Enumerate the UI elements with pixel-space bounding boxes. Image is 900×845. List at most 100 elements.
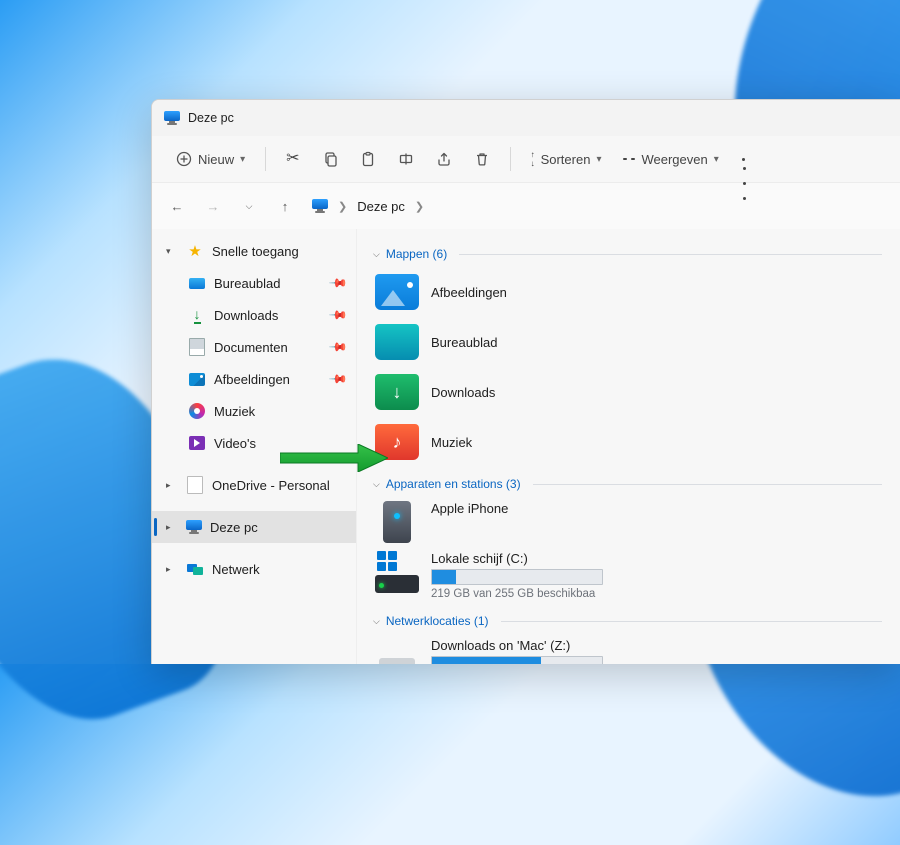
window-title: Deze pc xyxy=(188,111,234,125)
this-pc-icon xyxy=(312,199,328,213)
pictures-folder-icon xyxy=(375,274,419,310)
downloads-folder-icon xyxy=(375,374,419,410)
copy-button[interactable] xyxy=(314,143,346,175)
paste-button[interactable] xyxy=(352,143,384,175)
view-button[interactable]: Weergeven ▾ xyxy=(615,143,726,175)
sidebar-item-label: Video's xyxy=(214,436,348,451)
section-label: Apparaten en stations (3) xyxy=(386,477,521,491)
this-pc-icon xyxy=(164,111,180,125)
chevron-down-icon: ⌵ xyxy=(373,616,380,627)
section-devices[interactable]: ⌵ Apparaten en stations (3) xyxy=(373,477,882,491)
device-label: Downloads on 'Mac' (Z:) xyxy=(431,638,603,653)
folder-label: Bureaublad xyxy=(431,335,498,350)
more-button[interactable] xyxy=(733,143,754,175)
sort-label: Sorteren xyxy=(541,152,591,167)
section-folders[interactable]: ⌵ Mappen (6) xyxy=(373,247,882,261)
sidebar-item-desktop[interactable]: Bureaublad 📌 xyxy=(152,267,356,299)
sidebar-item-pictures[interactable]: Afbeeldingen 📌 xyxy=(152,363,356,395)
section-network-locations[interactable]: ⌵ Netwerklocaties (1) xyxy=(373,614,882,628)
chevron-down-icon: ▾ xyxy=(714,154,719,165)
drive-icon xyxy=(375,551,419,593)
onedrive-icon xyxy=(186,476,204,494)
capacity-text: 219 GB van 255 GB beschikbaa xyxy=(431,588,603,600)
back-button[interactable]: ← xyxy=(168,199,186,214)
command-bar: Nieuw ▾ ✂ xyxy=(152,136,900,183)
breadcrumb-item[interactable]: Deze pc xyxy=(357,199,405,214)
navigation-pane: ▾ ★ Snelle toegang Bureaublad 📌 ↓ Downlo… xyxy=(152,229,357,664)
breadcrumb-separator: ❯ xyxy=(338,200,347,213)
desktop-folder-icon xyxy=(375,324,419,360)
forward-button[interactable]: → xyxy=(204,199,222,214)
sidebar-item-onedrive[interactable]: ▸ OneDrive - Personal xyxy=(152,469,356,501)
section-label: Netwerklocaties (1) xyxy=(386,614,489,628)
view-icon xyxy=(623,158,635,160)
folder-item-music[interactable]: Muziek xyxy=(369,417,643,467)
chevron-down-icon: ▾ xyxy=(240,154,245,165)
sidebar-item-music[interactable]: Muziek xyxy=(152,395,356,427)
sidebar-item-label: Netwerk xyxy=(212,562,348,577)
device-item-local-disk-c[interactable]: Lokale schijf (C:) 219 GB van 255 GB bes… xyxy=(369,547,649,604)
chevron-right-icon: ▸ xyxy=(166,564,178,575)
sidebar-item-label: Snelle toegang xyxy=(212,244,348,259)
device-label: Apple iPhone xyxy=(431,501,508,516)
chevron-right-icon: ▸ xyxy=(166,480,178,491)
cut-button[interactable]: ✂ xyxy=(278,143,307,175)
address-bar[interactable]: ❯ Deze pc ❯ xyxy=(312,191,884,221)
separator xyxy=(265,147,266,171)
sidebar-item-label: Deze pc xyxy=(210,520,348,535)
chevron-right-icon: ▸ xyxy=(166,522,178,533)
network-drive-icon xyxy=(375,638,419,664)
section-label: Mappen (6) xyxy=(386,247,447,261)
navigation-bar: ← → ⌵ ↑ ❯ Deze pc ❯ xyxy=(152,183,900,229)
chevron-down-icon: ⌵ xyxy=(373,479,380,490)
section-rule xyxy=(459,254,882,255)
network-icon xyxy=(186,560,204,578)
recent-locations-button[interactable]: ⌵ xyxy=(240,201,258,212)
sidebar-item-documents[interactable]: Documenten 📌 xyxy=(152,331,356,363)
folder-label: Muziek xyxy=(431,435,472,450)
share-button[interactable] xyxy=(428,143,460,175)
device-item-iphone[interactable]: Apple iPhone xyxy=(369,497,649,547)
share-icon xyxy=(436,151,452,167)
capacity-bar xyxy=(431,656,603,664)
sidebar-item-this-pc[interactable]: ▸ Deze pc xyxy=(152,511,356,543)
phone-icon xyxy=(375,501,419,543)
network-drive-z[interactable]: Downloads on 'Mac' (Z:) 84,4 GB van 233 … xyxy=(369,634,649,664)
file-explorer-window: Deze pc Nieuw ▾ ✂ xyxy=(151,99,900,664)
plus-circle-icon xyxy=(176,151,192,167)
new-button[interactable]: Nieuw ▾ xyxy=(168,143,253,175)
document-icon xyxy=(188,338,206,356)
title-bar[interactable]: Deze pc xyxy=(152,100,900,136)
folder-label: Downloads xyxy=(431,385,495,400)
breadcrumb-separator: ❯ xyxy=(415,200,424,213)
video-icon xyxy=(188,434,206,452)
device-label: Lokale schijf (C:) xyxy=(431,551,603,566)
sidebar-item-downloads[interactable]: ↓ Downloads 📌 xyxy=(152,299,356,331)
cut-icon: ✂ xyxy=(286,151,299,167)
trash-icon xyxy=(474,151,490,167)
chevron-down-icon: ▾ xyxy=(166,246,178,257)
desktop-icon xyxy=(188,274,206,292)
folder-item-downloads[interactable]: Downloads xyxy=(369,367,643,417)
sort-button[interactable]: ↑↓ Sorteren ▾ xyxy=(523,143,610,175)
sidebar-item-label: OneDrive - Personal xyxy=(212,478,348,493)
rename-icon xyxy=(398,151,414,167)
sidebar-quick-access[interactable]: ▾ ★ Snelle toegang xyxy=(152,235,356,267)
this-pc-icon xyxy=(186,520,202,534)
folder-item-desktop[interactable]: Bureaublad xyxy=(369,317,643,367)
view-label: Weergeven xyxy=(641,152,707,167)
sidebar-item-videos[interactable]: Video's xyxy=(152,427,356,459)
delete-button[interactable] xyxy=(466,143,498,175)
star-icon: ★ xyxy=(186,242,204,260)
sort-icon: ↑↓ xyxy=(531,151,535,168)
section-rule xyxy=(533,484,882,485)
sidebar-item-label: Muziek xyxy=(214,404,348,419)
paste-icon xyxy=(360,151,376,167)
rename-button[interactable] xyxy=(390,143,422,175)
folder-item-pictures[interactable]: Afbeeldingen xyxy=(369,267,643,317)
more-icon xyxy=(742,158,745,161)
folder-label: Afbeeldingen xyxy=(431,285,507,300)
up-button[interactable]: ↑ xyxy=(276,199,294,214)
section-rule xyxy=(501,621,882,622)
sidebar-item-network[interactable]: ▸ Netwerk xyxy=(152,553,356,585)
